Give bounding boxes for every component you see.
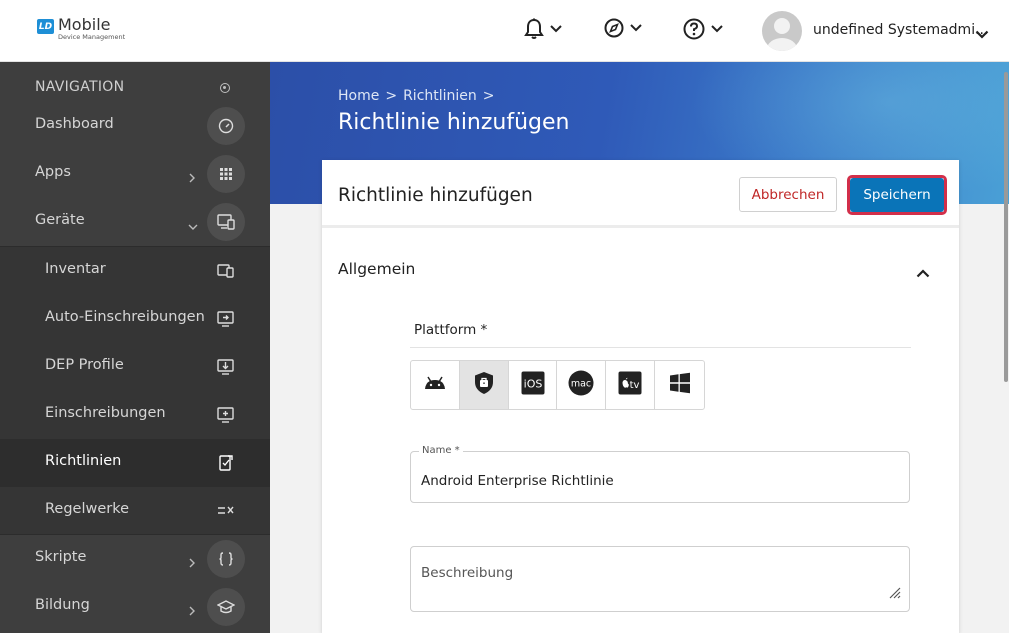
logo-badge: LD (37, 19, 54, 34)
auto-enroll-icon (207, 300, 245, 338)
help-menu[interactable] (683, 18, 723, 40)
app-logo[interactable]: LD Mobile Device Management (37, 17, 125, 41)
dep-profile-icon (207, 348, 245, 386)
sidebar-item-richtlinien[interactable]: Richtlinien (0, 439, 270, 487)
android-enterprise-icon (474, 371, 494, 399)
code-braces-icon (207, 540, 245, 578)
platform-ios[interactable]: iOS (509, 361, 558, 409)
sidebar-item-label: Geräte (35, 212, 85, 228)
sidebar-item-regelwerke[interactable]: Regelwerke (0, 487, 270, 535)
sidebar-item-label: DEP Profile (45, 357, 124, 373)
breadcrumb-richtlinien[interactable]: Richtlinien (403, 88, 477, 104)
cancel-button[interactable]: Abbrechen (739, 177, 837, 212)
sidebar-item-apps[interactable]: Apps (0, 150, 270, 198)
page-scrollbar[interactable] (1004, 72, 1008, 382)
sidebar: NAVIGATION Dashboard Apps Geräte Inventa… (0, 62, 270, 633)
policy-icon (207, 444, 245, 482)
android-icon (423, 375, 447, 395)
sidebar-item-label: Regelwerke (45, 501, 130, 517)
sidebar-item-geraete[interactable]: Geräte (0, 198, 270, 246)
chevron-up-icon[interactable] (916, 263, 930, 282)
sidebar-item-einschreibungen[interactable]: Einschreibungen (0, 391, 270, 439)
breadcrumb-separator: > (385, 88, 398, 104)
policy-form-card: Richtlinie hinzufügen Abbrechen Speicher… (322, 160, 959, 633)
windows-icon (669, 372, 691, 398)
nav-header: NAVIGATION (35, 79, 125, 95)
chevron-right-icon (188, 553, 196, 572)
speedometer-icon (207, 107, 245, 145)
name-field-value[interactable]: Android Enterprise Richtlinie (421, 473, 614, 489)
name-field[interactable]: Name * Android Enterprise Richtlinie (410, 445, 910, 503)
compass-icon (604, 18, 624, 38)
platform-label: Plattform * (414, 322, 488, 338)
svg-text:iOS: iOS (523, 378, 542, 391)
svg-text:tv: tv (630, 380, 640, 391)
chevron-down-icon[interactable] (975, 24, 989, 43)
devices-icon (207, 203, 245, 241)
bell-icon (524, 18, 544, 40)
svg-text:mac: mac (571, 379, 591, 390)
breadcrumb-separator: > (482, 88, 495, 104)
platform-selector: iOS mac tv (410, 360, 705, 410)
chevron-down-icon (188, 216, 198, 235)
grid-icon (207, 155, 245, 193)
sidebar-item-label: Bildung (35, 597, 90, 613)
platform-android[interactable] (411, 361, 460, 409)
sidebar-item-auto-einschreibungen[interactable]: Auto-Einschreibungen (0, 295, 270, 343)
resize-handle-icon[interactable] (889, 584, 901, 603)
card-header: Richtlinie hinzufügen Abbrechen Speicher… (322, 160, 959, 228)
notifications-menu[interactable] (524, 18, 562, 40)
page-title: Richtlinie hinzufügen (338, 110, 570, 135)
inventory-icon (207, 252, 245, 290)
sidebar-item-dashboard[interactable]: Dashboard (0, 102, 270, 150)
sidebar-item-label: Richtlinien (45, 453, 122, 469)
description-field[interactable]: Beschreibung (410, 546, 910, 612)
sidebar-item-label: Auto-Einschreibungen (45, 309, 205, 325)
graduation-cap-icon (207, 588, 245, 626)
breadcrumb-home[interactable]: Home (338, 88, 379, 104)
help-circle-icon (683, 18, 705, 40)
sidebar-item-label: Einschreibungen (45, 405, 166, 421)
ios-icon: iOS (521, 371, 545, 399)
sidebar-item-inventar[interactable]: Inventar (0, 247, 270, 295)
chevron-right-icon (188, 601, 196, 620)
sidebar-item-label: Dashboard (35, 116, 114, 132)
platform-windows[interactable] (655, 361, 704, 409)
compass-menu[interactable] (604, 18, 642, 38)
breadcrumb: Home > Richtlinien > (338, 88, 495, 104)
platform-android-enterprise[interactable] (459, 361, 509, 409)
ruleset-icon (207, 492, 245, 530)
sidebar-item-label: Apps (35, 164, 71, 180)
chevron-right-icon (188, 168, 196, 187)
sidebar-item-dep-profile[interactable]: DEP Profile (0, 343, 270, 391)
chevron-down-icon (711, 25, 723, 33)
description-placeholder: Beschreibung (421, 565, 514, 581)
logo-title: Mobile (58, 15, 111, 34)
macos-icon: mac (568, 370, 594, 400)
sidebar-item-label: Skripte (35, 549, 87, 565)
sidebar-item-label: Inventar (45, 261, 106, 277)
divider (410, 347, 911, 348)
sidebar-item-skripte[interactable]: Skripte (0, 535, 270, 583)
enrollment-icon (207, 396, 245, 434)
top-bar: LD Mobile Device Management undefined Sy… (0, 0, 1009, 62)
avatar[interactable] (762, 11, 802, 51)
user-name[interactable]: undefined Systemadmi... (813, 22, 988, 38)
sidebar-item-bildung[interactable]: Bildung (0, 583, 270, 631)
card-title: Richtlinie hinzufügen (338, 185, 533, 206)
chevron-down-icon (630, 24, 642, 32)
platform-apple-tv[interactable]: tv (606, 361, 656, 409)
platform-macos[interactable]: mac (557, 361, 607, 409)
nav-pin-icon[interactable] (220, 83, 230, 93)
name-field-label: Name * (419, 445, 463, 456)
section-title-allgemein[interactable]: Allgemein (338, 260, 415, 278)
logo-subtitle: Device Management (58, 33, 126, 41)
chevron-down-icon (550, 25, 562, 33)
apple-tv-icon: tv (618, 371, 642, 399)
save-button[interactable]: Speichern (850, 178, 944, 212)
